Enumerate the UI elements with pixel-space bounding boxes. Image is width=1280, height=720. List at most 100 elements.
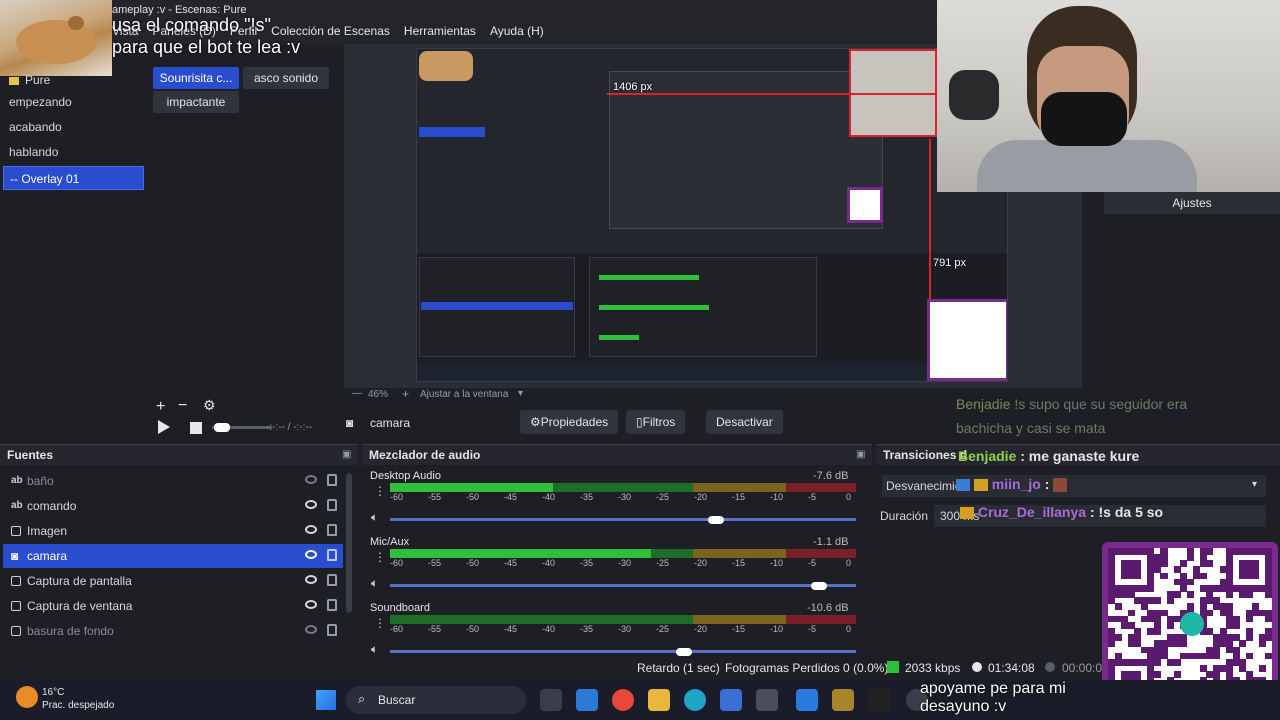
edge-icon[interactable] — [684, 689, 706, 711]
kebab-menu-icon[interactable]: ⋮ — [374, 484, 386, 498]
app-icon-2[interactable] — [756, 689, 778, 711]
eye-icon[interactable] — [305, 550, 317, 559]
source-item-captura-pantalla[interactable]: Captura de pantalla — [3, 569, 343, 593]
speaker-icon[interactable]: 🔈︎ — [371, 642, 378, 657]
lock-icon[interactable] — [327, 624, 337, 636]
speaker-icon[interactable]: 🔈︎ — [371, 576, 378, 591]
lock-icon[interactable] — [327, 574, 337, 586]
kebab-menu-icon[interactable]: ⋮ — [374, 616, 386, 630]
scene-item-empezando[interactable]: empezando — [0, 90, 148, 114]
text-icon: ab — [11, 475, 23, 486]
transition-select[interactable]: Desvanecimie ▾ — [882, 475, 1266, 497]
eye-slash-icon[interactable] — [305, 625, 317, 634]
tick-label: -45 — [504, 558, 518, 568]
eye-icon[interactable] — [305, 525, 317, 534]
kebab-menu-icon[interactable]: ⋮ — [374, 550, 386, 564]
menu-item-herramientas[interactable]: Herramientas — [404, 24, 476, 42]
volume-slider-knob[interactable] — [708, 516, 725, 524]
tick-label: -30 — [618, 624, 632, 634]
zoom-plus-icon[interactable]: + — [402, 387, 409, 401]
media-progress-knob[interactable] — [214, 423, 230, 432]
chat-faded-message: Benjadie !s supo que su seguidor era bac… — [956, 392, 1187, 440]
qr-pattern — [1108, 548, 1273, 703]
selected-source-bounds[interactable] — [849, 49, 937, 137]
chevron-down-icon[interactable]: ▾ — [518, 388, 523, 399]
dock-popout-icon[interactable]: ▣ — [342, 449, 351, 460]
zoom-minus-icon[interactable]: — — [352, 388, 362, 399]
volume-slider-knob[interactable] — [810, 582, 827, 590]
command-line-2: para que el bot te lea :v — [112, 37, 301, 57]
channel-db: -1.1 dB — [813, 536, 849, 548]
properties-button[interactable]: ⚙Propiedades — [520, 410, 619, 434]
chrome-icon[interactable] — [612, 689, 634, 711]
scene-item-pure[interactable]: Pure — [0, 68, 148, 92]
gear-icon[interactable]: ⚙ — [203, 397, 216, 414]
remove-scene-icon[interactable]: − — [178, 397, 187, 415]
soundboard-button-sonrisita[interactable]: Sounrisita c... — [153, 67, 239, 89]
volume-slider[interactable] — [390, 518, 856, 521]
file-explorer-icon[interactable] — [648, 689, 670, 711]
dock-popout-icon[interactable]: ▣ — [856, 449, 865, 460]
sources-scrollbar[interactable] — [346, 473, 352, 613]
chat-message: !s supo que su seguidor era — [1014, 396, 1188, 412]
stop-icon[interactable] — [190, 422, 202, 434]
tick-label: -20 — [694, 624, 708, 634]
chat-username: Benjadie — [958, 448, 1017, 464]
source-item-comando[interactable]: ab comando — [3, 494, 343, 518]
source-item-captura-ventana[interactable]: Captura de ventana — [3, 594, 343, 618]
soundboard-button-impactante[interactable]: impactante — [153, 91, 239, 113]
play-icon[interactable] — [158, 420, 170, 434]
chat-username: Benjadie — [956, 396, 1011, 412]
streamlabs-icon[interactable] — [868, 689, 890, 711]
fit-to-window-label[interactable]: Ajustar a la ventana — [420, 389, 508, 400]
source-item-camara[interactable]: ◙ camara — [3, 544, 343, 568]
source-label: Captura de pantalla — [27, 574, 132, 588]
preview-canvas[interactable]: 1406 px 791 px — [416, 48, 1008, 382]
volume-slider[interactable] — [390, 650, 856, 653]
taskbar-search[interactable]: ⌕ Buscar — [346, 686, 526, 714]
lock-icon[interactable] — [327, 499, 337, 511]
scene-item-overlay-01[interactable]: -- Overlay 01 — [3, 166, 144, 190]
task-view-icon[interactable] — [540, 689, 562, 711]
menu-item-ayuda[interactable]: Ayuda (H) — [490, 24, 544, 42]
add-scene-icon[interactable]: + — [156, 398, 165, 416]
eye-slash-icon[interactable] — [305, 475, 317, 484]
source-item-bano[interactable]: ab baño — [3, 469, 343, 493]
lock-icon[interactable] — [327, 524, 337, 536]
tick-label: -35 — [580, 492, 594, 502]
source-item-basura-fondo[interactable]: basura de fondo — [3, 619, 343, 643]
store-icon[interactable] — [720, 689, 742, 711]
deactivate-button[interactable]: Desactivar — [706, 410, 783, 434]
weather-icon[interactable] — [16, 686, 38, 708]
lock-icon[interactable] — [327, 549, 337, 561]
donation-line-1: apoyame pe para mi — [920, 680, 1066, 697]
windows-start-icon[interactable] — [316, 690, 336, 710]
window-icon — [11, 601, 21, 611]
lock-icon[interactable] — [327, 599, 337, 611]
bag-image — [949, 70, 999, 120]
scene-label: acabando — [9, 120, 62, 134]
source-label: baño — [27, 474, 54, 488]
filters-button[interactable]: ▯Filtros — [626, 410, 686, 434]
scene-item-hablando[interactable]: hablando — [0, 140, 148, 164]
volume-slider-knob[interactable] — [675, 648, 692, 656]
dropbox-icon[interactable] — [796, 689, 818, 711]
settings-button[interactable]: Ajustes — [1104, 192, 1280, 214]
eye-icon[interactable] — [305, 575, 317, 584]
channel-name: Soundboard — [370, 602, 430, 614]
soundboard-button-asco[interactable]: asco sonido — [243, 67, 329, 89]
speaker-icon[interactable]: 🔈︎ — [371, 510, 378, 525]
person-mask — [1041, 92, 1127, 146]
source-item-imagen[interactable]: Imagen — [3, 519, 343, 543]
weather-desc: Prac. despejado — [42, 700, 115, 711]
eye-icon[interactable] — [305, 600, 317, 609]
app-icon-3[interactable] — [832, 689, 854, 711]
image-icon — [11, 526, 21, 536]
lock-icon[interactable] — [327, 474, 337, 486]
scene-label: empezando — [9, 95, 72, 109]
app-icon[interactable] — [576, 689, 598, 711]
chat-crown-icon — [960, 507, 974, 520]
volume-slider[interactable] — [390, 584, 856, 587]
eye-icon[interactable] — [305, 500, 317, 509]
scene-item-acabando[interactable]: acabando — [0, 115, 148, 139]
